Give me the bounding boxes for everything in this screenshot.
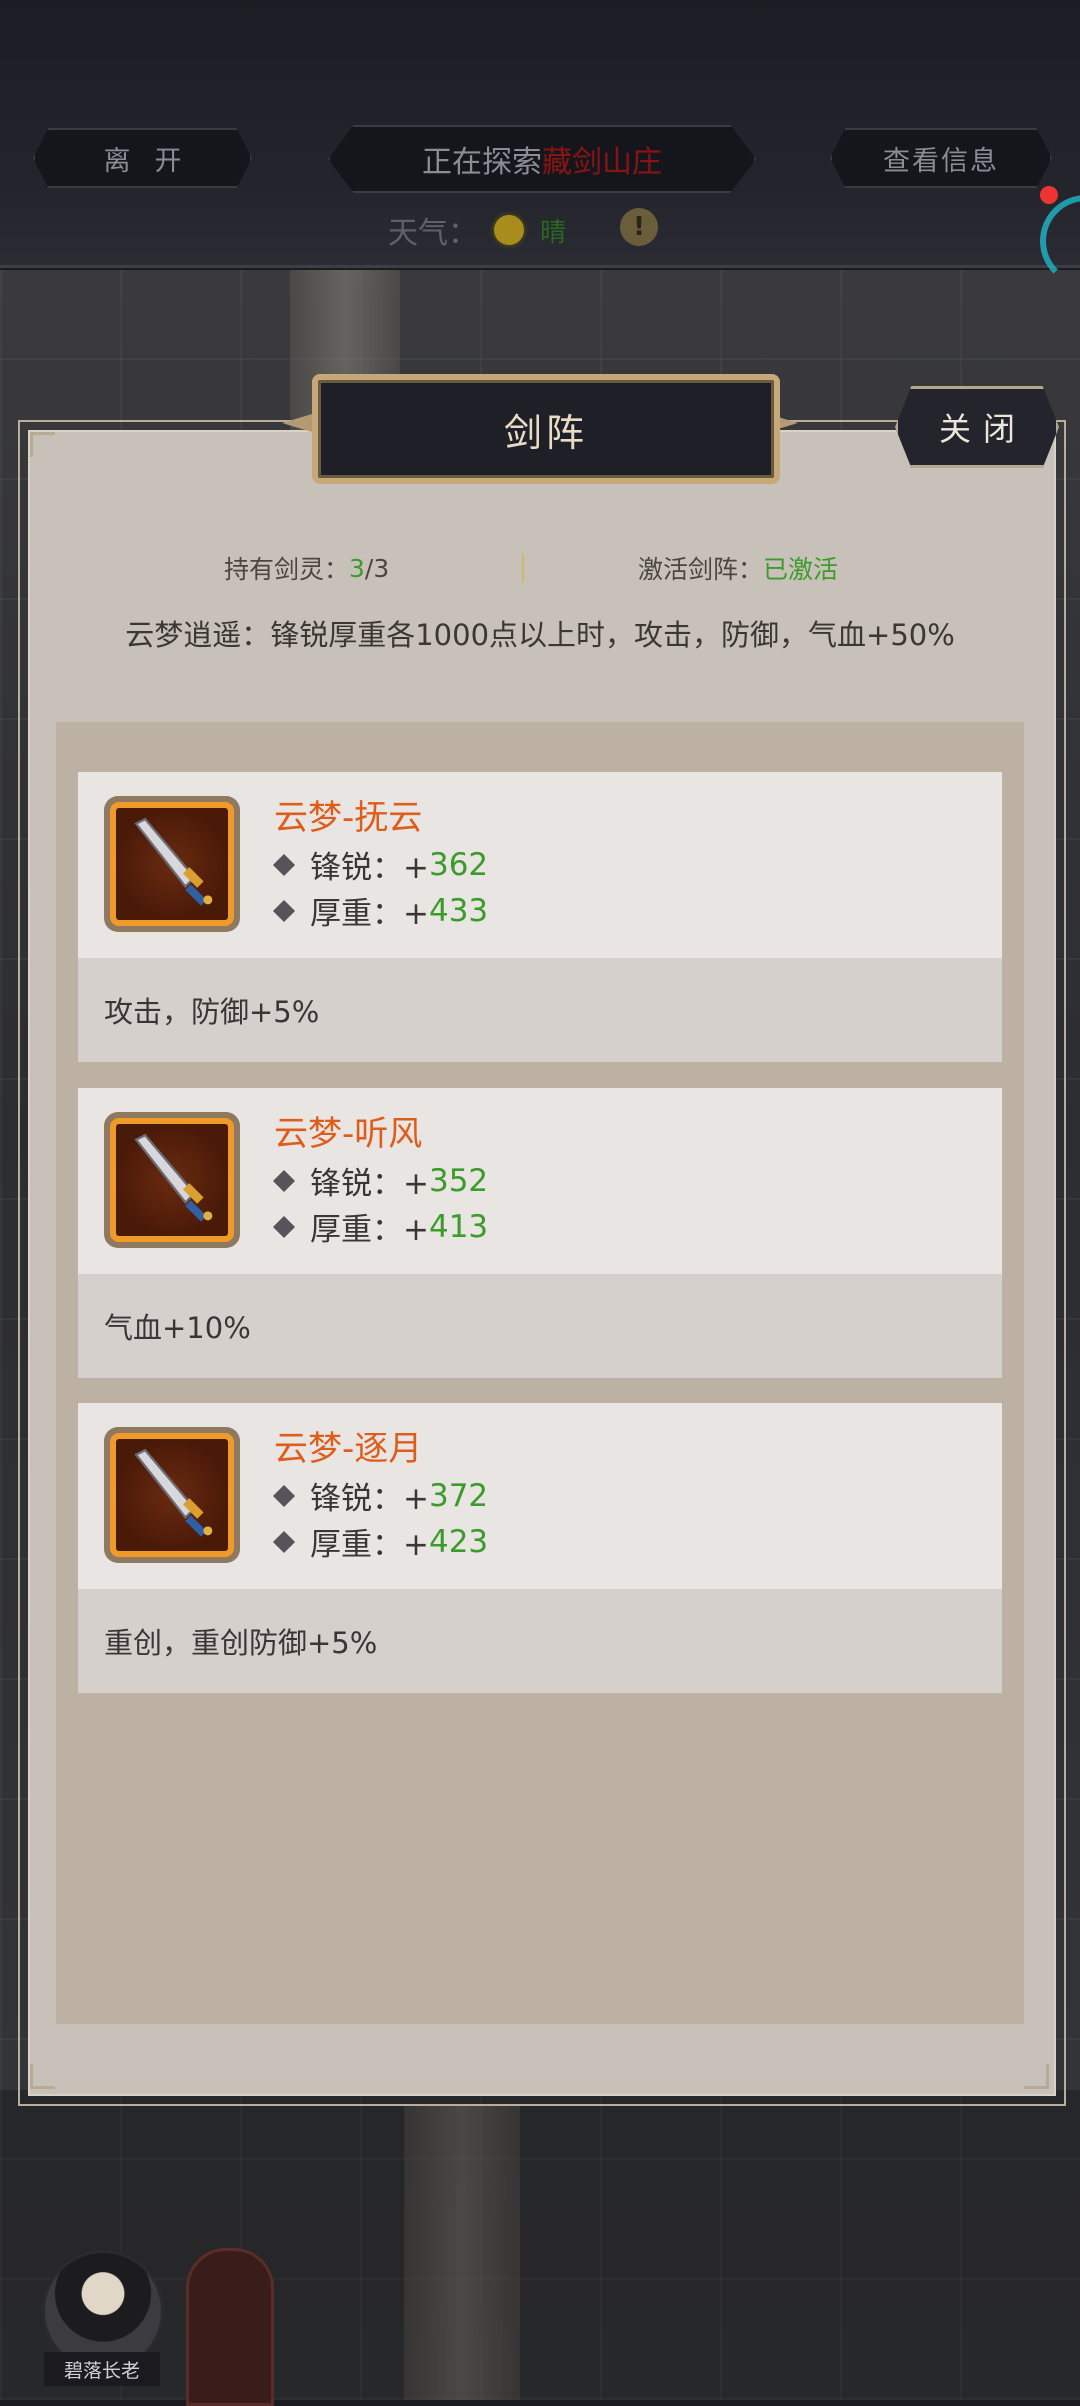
spirit-name: 云梦-逐月 [274,1429,423,1469]
panel-title-text: 剑阵 [503,410,588,455]
leave-button[interactable]: 离开 [33,128,252,188]
weather-value: 晴 [540,217,567,248]
sharpness-stat: 锋锐：+ 352 [272,1158,489,1203]
panel-corner-ornament [30,432,55,457]
heaviness-stat: 厚重：+ 433 [272,888,489,933]
sword-icon-frame [104,1112,240,1248]
spirit-effect: 重创，重创防御+5% [78,1589,1002,1693]
sword-spirit-card[interactable]: 云梦-听风 锋锐：+ 352 厚重：+ 413 气血+10% [78,1088,1002,1378]
map-door [186,2248,274,2406]
diamond-icon [272,1215,296,1238]
held-spirits: 持有剑灵： 3/3 [224,548,389,588]
attr-label: 厚重：+ [310,1527,429,1563]
attr-value: 413 [428,1208,489,1245]
attr-value: 423 [428,1523,489,1560]
notification-dot [1040,186,1058,204]
attr-label: 锋锐：+ [310,850,429,886]
attr-label: 锋锐：+ [310,1481,429,1517]
sword-icon [110,1118,234,1242]
activated-value: 已激活 [763,555,839,584]
sword-spirit-card[interactable]: 云梦-抚云 锋锐：+ 362 厚重：+ 433 攻击，防御+5% [78,772,1002,1062]
panel-corner-ornament [30,2064,55,2089]
sun-icon [494,215,524,245]
sharpness-stat: 锋锐：+ 372 [272,1473,489,1518]
card-header: 云梦-抚云 锋锐：+ 362 厚重：+ 433 [78,772,1002,958]
map-shade [0,2090,1080,2400]
spirit-effect: 攻击，防御+5% [78,958,1002,1062]
diamond-icon [272,899,296,922]
activated-label: 激活剑阵： [638,555,764,584]
heaviness-stat: 厚重：+ 413 [272,1204,489,1249]
held-current: 3 [349,553,365,583]
array-bonus-description: 云梦逍遥：锋锐厚重各1000点以上时，攻击，防御，气血+50% [125,618,955,652]
weather-display: 天气： 晴 [388,205,566,255]
attr-value: 433 [428,892,489,929]
alert-icon[interactable]: ! [620,208,658,246]
panel-title: 剑阵 [312,374,780,484]
weather-label: 天气： [388,216,478,251]
exploring-prefix: 正在探索 [422,145,542,180]
attr-value: 352 [428,1162,489,1199]
sword-icon-frame [104,796,240,932]
close-button[interactable]: 关闭 [895,386,1059,468]
sword-icon [110,1433,234,1557]
attr-label: 锋锐：+ [310,1166,429,1202]
sharpness-stat: 锋锐：+ 362 [272,842,489,887]
card-header: 云梦-逐月 锋锐：+ 372 厚重：+ 423 [78,1403,1002,1589]
sword-icon-frame [104,1427,240,1563]
spirit-name: 云梦-听风 [274,1114,423,1154]
npc-name: 碧落长老 [44,2352,160,2386]
held-label: 持有剑灵： [224,555,350,584]
diamond-icon [272,1169,296,1192]
card-header: 云梦-听风 锋锐：+ 352 厚重：+ 413 [78,1088,1002,1274]
sword-icon [110,802,234,926]
attr-value: 362 [428,846,489,883]
heaviness-stat: 厚重：+ 423 [272,1519,489,1564]
location-name: 藏剑山庄 [542,145,662,180]
diamond-icon [272,1484,296,1507]
exploring-banner: 正在探索 藏剑山庄 [328,125,756,193]
diamond-icon [272,853,296,876]
panel-corner-ornament [1024,2064,1049,2089]
held-total: /3 [364,553,390,583]
attr-label: 厚重：+ [310,896,429,932]
spirit-effect: 气血+10% [78,1274,1002,1378]
spirit-name: 云梦-抚云 [274,798,423,838]
diamond-icon [272,1530,296,1553]
attr-value: 372 [428,1477,489,1514]
attr-label: 厚重：+ [310,1212,429,1248]
activation-status: 激活剑阵： 已激活 [638,548,838,588]
stat-divider [522,554,524,582]
sword-spirit-card[interactable]: 云梦-逐月 锋锐：+ 372 厚重：+ 423 重创，重创防御+5% [78,1403,1002,1693]
view-info-button[interactable]: 查看信息 [830,128,1052,188]
